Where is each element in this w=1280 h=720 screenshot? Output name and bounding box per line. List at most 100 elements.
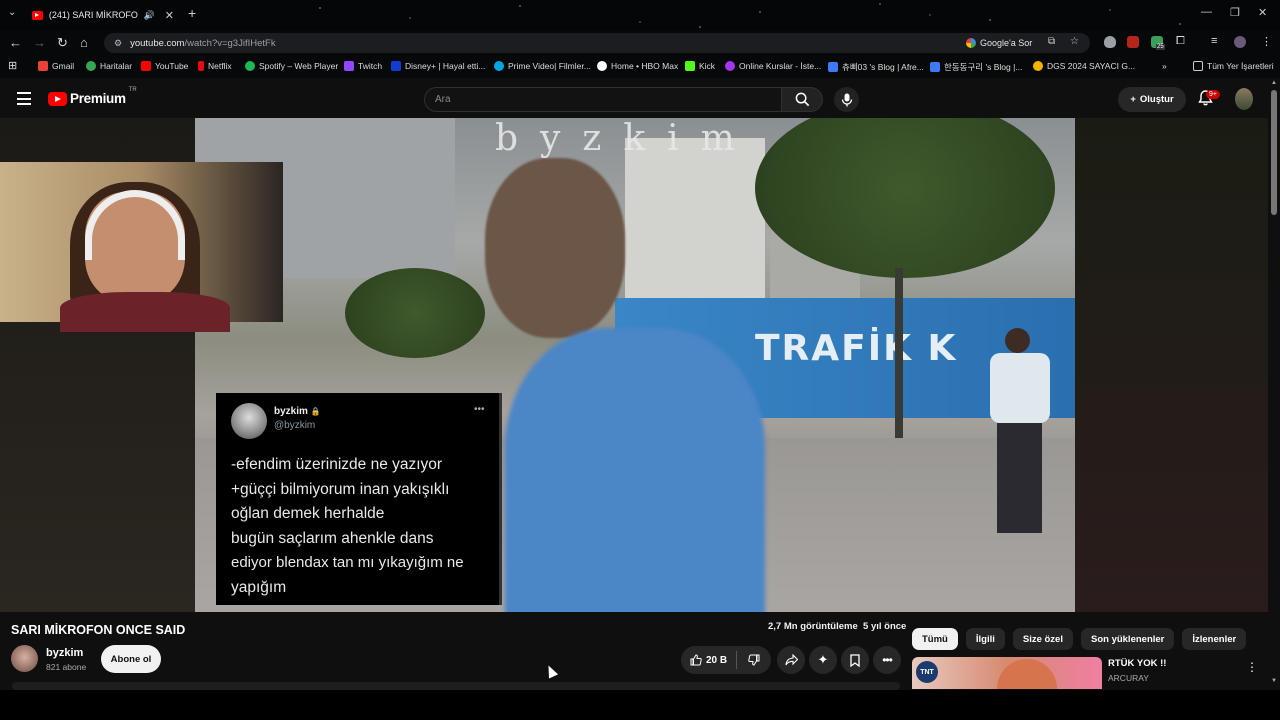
- folder-icon: [1193, 61, 1203, 71]
- banner-text: TRAFİK K: [755, 328, 958, 369]
- apps-grid-icon[interactable]: ⊞: [8, 59, 17, 72]
- new-tab-button[interactable]: +: [188, 5, 196, 21]
- bookmark-maps[interactable]: Haritalar: [86, 61, 132, 71]
- udemy-icon: [725, 61, 735, 71]
- subscribe-button[interactable]: Abone ol: [101, 645, 161, 673]
- blurred-man: [485, 148, 765, 612]
- chrome-menu-icon[interactable]: ⋮: [1261, 35, 1272, 48]
- bookmark-icon: [850, 653, 860, 667]
- microphone-icon: [841, 93, 852, 106]
- tab-search-icon[interactable]: ⌄: [8, 7, 16, 18]
- extension-badge: 25: [1156, 44, 1165, 50]
- chip-watched[interactable]: İzlenenler: [1182, 628, 1247, 650]
- red-extension-icon[interactable]: [1127, 36, 1139, 48]
- channel-logo-badge: TNT: [916, 661, 938, 683]
- create-label: Oluştur: [1139, 94, 1174, 105]
- shield-extension-icon[interactable]: [1104, 36, 1116, 48]
- create-button[interactable]: + Oluştur: [1118, 87, 1186, 112]
- bookmark-dgs[interactable]: DGS 2024 SAYACI G...: [1033, 61, 1135, 71]
- extensions-puzzle-icon[interactable]: ⧠: [1176, 35, 1185, 48]
- recommended-more-icon[interactable]: ⋮: [1246, 660, 1258, 674]
- close-window-icon[interactable]: ✕: [1258, 6, 1267, 19]
- search-button[interactable]: [781, 87, 823, 112]
- youtube-premium-logo[interactable]: Premium TR: [48, 87, 137, 106]
- bookmark-twitch[interactable]: Twitch: [344, 61, 382, 71]
- dgs-pin-icon: [1033, 61, 1043, 71]
- maps-icon: [86, 61, 96, 71]
- media-control-icon[interactable]: ≡: [1211, 35, 1217, 47]
- bookmark-spotify[interactable]: Spotify – Web Player: [245, 61, 338, 71]
- thumbs-down-icon: [748, 654, 760, 666]
- voice-search-button[interactable]: [834, 87, 859, 112]
- scroll-up-icon[interactable]: ▲: [1271, 80, 1277, 86]
- video-player[interactable]: TRAFİK K byzkim byzkim 🔒 @byzkim ••• -ef…: [0, 118, 1268, 612]
- share-arrow-icon: [784, 654, 798, 666]
- recommended-video-title[interactable]: RTÜK YOK !!: [1108, 658, 1166, 669]
- reload-icon[interactable]: ↻: [57, 35, 68, 51]
- account-avatar[interactable]: [1235, 88, 1253, 110]
- bookmark-hbo[interactable]: Home • HBO Max: [597, 61, 678, 71]
- share-button[interactable]: [777, 646, 805, 674]
- gmail-icon: [38, 61, 48, 71]
- thumbs-up-icon: [690, 654, 702, 666]
- recommended-video-thumbnail[interactable]: TNT: [912, 657, 1102, 689]
- save-button[interactable]: [841, 646, 869, 674]
- more-horizontal-icon: •••: [882, 653, 893, 667]
- hbo-icon: [597, 61, 607, 71]
- home-icon[interactable]: ⌂: [80, 35, 88, 50]
- kick-icon: [685, 61, 695, 71]
- address-bar[interactable]: ⚙ youtube.com/watch?v=g3JifIHetFk Google…: [104, 33, 1090, 53]
- browser-toolbar: ← → ↻ ⌂ ⚙ youtube.com/watch?v=g3JifIHetF…: [0, 30, 1280, 56]
- tweet-text: -efendim üzerinizde ne yazıyor +güççi bi…: [231, 453, 496, 600]
- scroll-down-icon[interactable]: ▼: [1271, 678, 1277, 684]
- search-placeholder: Ara: [435, 94, 451, 105]
- channel-name[interactable]: byzkim: [46, 647, 83, 659]
- plus-icon: +: [1130, 94, 1136, 105]
- bookmark-kick[interactable]: Kick: [685, 61, 715, 71]
- bookmark-afreeca-1[interactable]: 츄삐03 's Blog | Afre...: [828, 61, 924, 73]
- like-count: 20 B: [705, 654, 728, 666]
- minimize-icon[interactable]: —: [1201, 6, 1212, 18]
- chip-recently-uploaded[interactable]: Son yüklenenler: [1080, 628, 1175, 650]
- all-bookmarks-folder[interactable]: Tüm Yer İşaretleri: [1193, 61, 1274, 71]
- search-input[interactable]: Ara: [424, 87, 782, 112]
- more-actions-button[interactable]: •••: [873, 646, 901, 674]
- close-tab-icon[interactable]: ✕: [165, 9, 174, 22]
- scrollbar-thumb[interactable]: [1271, 90, 1277, 215]
- dislike-button[interactable]: [737, 654, 771, 666]
- chip-all[interactable]: Tümü: [912, 628, 958, 650]
- audio-playing-icon[interactable]: 🔊: [144, 10, 155, 21]
- browser-tab[interactable]: (241) SARI MİKROFON ONCE SAID 🔊 ✕: [24, 2, 182, 28]
- like-button[interactable]: 20 B: [681, 654, 736, 666]
- ask-ai-button[interactable]: ✦: [809, 646, 837, 674]
- site-info-icon[interactable]: ⚙: [114, 38, 122, 49]
- bookmark-udemy[interactable]: Online Kurslar - İste...: [725, 61, 821, 71]
- chip-related[interactable]: İlgili: [965, 628, 1005, 650]
- afreeca-icon: [828, 62, 838, 72]
- page-scrollbar[interactable]: ▲ ▼: [1268, 78, 1280, 690]
- more-bookmarks-icon[interactable]: »: [1162, 61, 1167, 71]
- back-icon[interactable]: ←: [9, 35, 22, 50]
- restore-icon[interactable]: ❐: [1230, 6, 1240, 19]
- ambient-glow-right: [1075, 118, 1268, 612]
- logo-region: TR: [128, 86, 137, 93]
- bookmarks-bar: ⊞ Gmail Haritalar YouTube Netflix Spotif…: [0, 56, 1280, 78]
- bookmark-prime[interactable]: Prime Video| Filmler...: [494, 61, 591, 71]
- google-ask-button[interactable]: Google'a Sor: [966, 35, 1032, 51]
- description-box[interactable]: [12, 682, 900, 690]
- recommended-video-channel[interactable]: ARCURAY: [1108, 673, 1149, 683]
- bookmark-netflix[interactable]: Netflix: [198, 61, 232, 71]
- bookmark-disney[interactable]: Disney+ | Hayal etti...: [391, 61, 485, 71]
- forward-icon[interactable]: →: [33, 35, 46, 50]
- bookmark-afreeca-2[interactable]: 한동동구리 's Blog |...: [930, 61, 1022, 73]
- tweet-line: bugün saçlarım ahenkle dans: [231, 529, 434, 547]
- install-app-icon[interactable]: ⧉: [1048, 36, 1055, 47]
- profile-avatar-icon[interactable]: [1234, 36, 1246, 48]
- channel-avatar[interactable]: [11, 645, 38, 672]
- related-filter-chips: Tümü İlgili Size özel Son yüklenenler İz…: [912, 628, 1247, 650]
- chip-for-you[interactable]: Size özel: [1012, 628, 1073, 650]
- menu-hamburger-icon[interactable]: [17, 92, 31, 109]
- bookmark-gmail[interactable]: Gmail: [38, 61, 74, 71]
- bookmark-star-icon[interactable]: ☆: [1070, 36, 1079, 47]
- bookmark-youtube[interactable]: YouTube: [141, 61, 188, 71]
